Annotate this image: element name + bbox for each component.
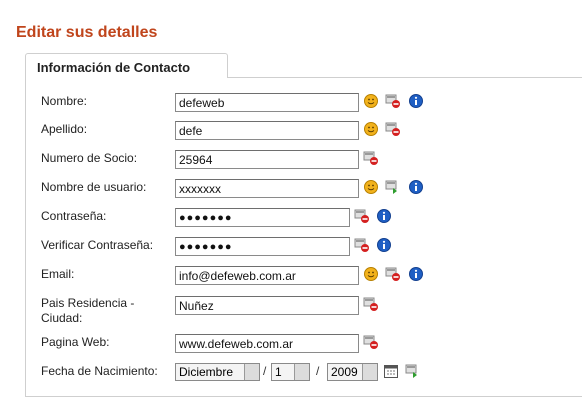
delete-icon[interactable] bbox=[385, 93, 401, 109]
day-select[interactable]: 1 bbox=[271, 363, 310, 381]
row-email: Email: info@defeweb.com.ar bbox=[0, 266, 582, 290]
info-icon[interactable] bbox=[408, 179, 424, 195]
delete-icon[interactable] bbox=[363, 150, 379, 166]
contrasena-input[interactable]: ●●●●●●● bbox=[175, 208, 350, 227]
chevron-down-icon bbox=[244, 364, 259, 380]
row-apellido: Apellido: defe bbox=[0, 121, 582, 145]
row-usuario: Nombre de usuario: xxxxxxx bbox=[0, 179, 582, 203]
label-apellido: Apellido: bbox=[41, 122, 88, 136]
row-fecha: Fecha de Nacimiento: Diciembre / 1 / 200… bbox=[0, 363, 582, 387]
info-icon[interactable] bbox=[408, 266, 424, 282]
label-verificar: Verificar Contraseña: bbox=[41, 238, 154, 252]
info-icon[interactable] bbox=[408, 93, 424, 109]
delete-icon[interactable] bbox=[363, 296, 379, 312]
apellido-input[interactable]: defe bbox=[175, 121, 359, 140]
label-fecha: Fecha de Nacimiento: bbox=[41, 364, 158, 378]
row-nombre: Nombre: defeweb bbox=[0, 93, 582, 117]
page-title: Editar sus detalles bbox=[16, 24, 158, 41]
row-pais: Pais Residencia - Ciudad: Nuñez bbox=[0, 296, 582, 325]
delete-icon[interactable] bbox=[385, 121, 401, 137]
info-icon[interactable] bbox=[376, 208, 392, 224]
smiley-icon[interactable] bbox=[363, 179, 379, 195]
year-select[interactable]: 2009 bbox=[327, 363, 378, 381]
label-socio: Numero de Socio: bbox=[41, 151, 138, 165]
info-icon[interactable] bbox=[376, 237, 392, 253]
smiley-icon[interactable] bbox=[363, 93, 379, 109]
email-input[interactable]: info@defeweb.com.ar bbox=[175, 266, 359, 285]
day-value: 1 bbox=[275, 365, 282, 379]
row-contrasena: Contraseña: ●●●●●●● bbox=[0, 208, 582, 232]
approve-icon[interactable] bbox=[385, 179, 401, 195]
chevron-down-icon bbox=[362, 364, 377, 380]
label-contrasena: Contraseña: bbox=[41, 209, 107, 223]
row-socio: Numero de Socio: 25964 bbox=[0, 150, 582, 174]
delete-icon[interactable] bbox=[363, 334, 379, 350]
date-separator: / bbox=[316, 364, 320, 378]
month-value: Diciembre bbox=[179, 365, 234, 379]
pais-input[interactable]: Nuñez bbox=[175, 296, 359, 315]
chevron-down-icon bbox=[294, 364, 309, 380]
delete-icon[interactable] bbox=[354, 208, 370, 224]
nombre-input[interactable]: defeweb bbox=[175, 93, 359, 112]
socio-input[interactable]: 25964 bbox=[175, 150, 359, 169]
label-email: Email: bbox=[41, 267, 75, 281]
delete-icon[interactable] bbox=[354, 237, 370, 253]
tab-informacion-contacto[interactable]: Información de Contacto bbox=[25, 53, 228, 78]
usuario-input[interactable]: xxxxxxx bbox=[175, 179, 359, 198]
date-separator: / bbox=[263, 364, 267, 378]
label-nombre: Nombre: bbox=[41, 94, 88, 108]
verificar-input[interactable]: ●●●●●●● bbox=[175, 237, 350, 256]
smiley-icon[interactable] bbox=[363, 121, 379, 137]
label-pais: Pais Residencia - Ciudad: bbox=[41, 296, 135, 325]
approve-icon[interactable] bbox=[405, 363, 421, 379]
delete-icon[interactable] bbox=[385, 266, 401, 282]
month-select[interactable]: Diciembre bbox=[175, 363, 260, 381]
calendar-icon[interactable] bbox=[383, 363, 399, 379]
web-input[interactable]: www.defeweb.com.ar bbox=[175, 334, 359, 353]
label-web: Pagina Web: bbox=[41, 335, 110, 349]
row-web: Pagina Web: www.defeweb.com.ar bbox=[0, 334, 582, 358]
smiley-icon[interactable] bbox=[363, 266, 379, 282]
label-usuario: Nombre de usuario: bbox=[41, 180, 147, 194]
year-value: 2009 bbox=[331, 365, 358, 379]
row-verificar: Verificar Contraseña: ●●●●●●● bbox=[0, 237, 582, 261]
